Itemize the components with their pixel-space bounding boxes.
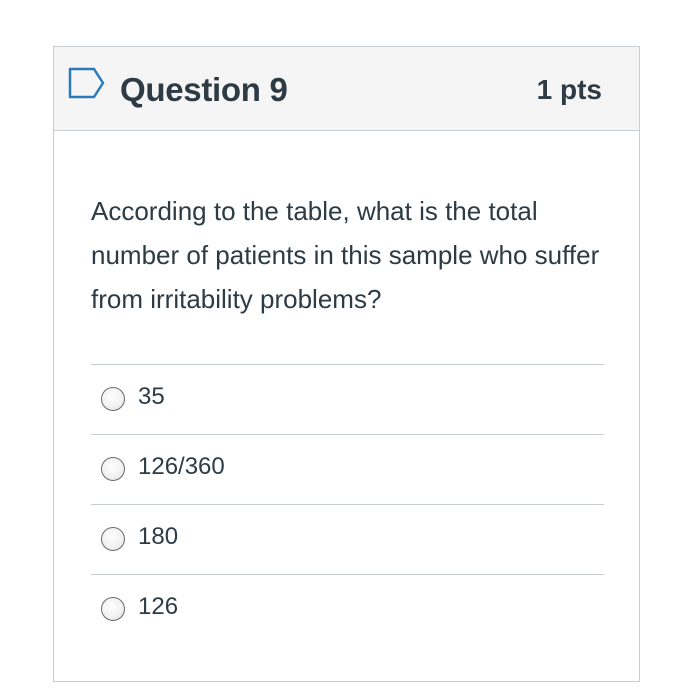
radio-button[interactable] — [101, 387, 125, 411]
radio-button[interactable] — [101, 457, 125, 481]
radio-button[interactable] — [101, 597, 125, 621]
answer-label: 35 — [138, 383, 165, 410]
answer-label: 126/360 — [138, 453, 225, 480]
answer-option[interactable]: 180 — [91, 504, 604, 574]
question-title: Question 9 — [120, 71, 288, 108]
radio-button[interactable] — [101, 527, 125, 551]
answer-option[interactable]: 126/360 — [91, 434, 604, 504]
question-card: Question 9 1 pts According to the table,… — [53, 46, 640, 682]
answer-option[interactable]: 126 — [91, 574, 604, 644]
answer-label: 180 — [138, 523, 179, 550]
answer-list: 35 126/360 180 126 — [91, 364, 604, 644]
question-text: According to the table, what is the tota… — [91, 196, 600, 314]
answer-label: 126 — [138, 593, 179, 620]
answer-option[interactable]: 35 — [91, 364, 604, 434]
question-header: Question 9 1 pts — [54, 47, 639, 131]
flag-icon[interactable] — [68, 67, 106, 99]
question-points: 1 pts — [536, 74, 602, 105]
